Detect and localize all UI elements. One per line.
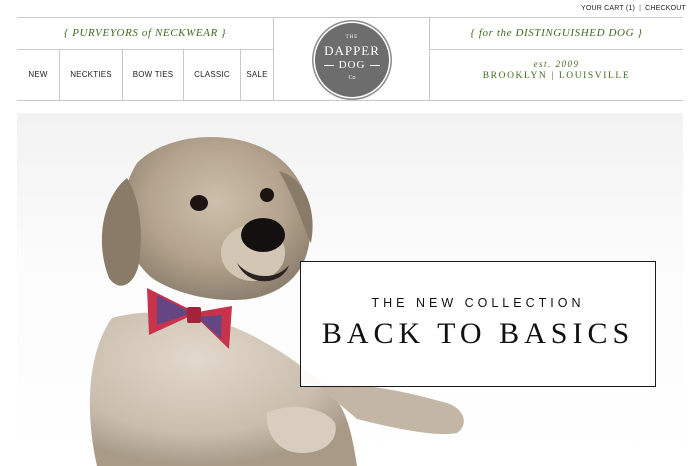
- nav-item-classic[interactable]: CLASSIC: [184, 49, 240, 100]
- collection-callout[interactable]: THE NEW COLLECTION BACK TO BASICS: [300, 261, 656, 387]
- logo-dapper: DAPPER: [324, 43, 380, 58]
- tagline-right: { for the DISTINGUISHED DOG }: [470, 27, 643, 39]
- utility-separator: |: [639, 5, 642, 12]
- hero-banner[interactable]: THE NEW COLLECTION BACK TO BASICS: [17, 113, 683, 466]
- checkout-link[interactable]: CHECKOUT: [645, 5, 686, 12]
- logo-dash-right: [370, 65, 380, 66]
- collection-headline: BACK TO BASICS: [321, 317, 635, 350]
- nav-item-bow-ties[interactable]: BOW TIES: [123, 49, 183, 100]
- utility-bar: YOUR CART (1) | CHECKOUT: [581, 5, 686, 12]
- nav-item-neckties[interactable]: NECKTIES: [60, 49, 122, 100]
- tagline-left: { PURVEYORS of NECKWEAR }: [63, 27, 227, 39]
- nav-item-sale[interactable]: SALE: [241, 49, 273, 100]
- nav-item-new[interactable]: NEW: [17, 49, 59, 100]
- header-bottom-rule: [17, 100, 683, 101]
- header-divider-left: [273, 17, 274, 101]
- established-year: est. 2009: [533, 59, 580, 69]
- logo-co: Co: [348, 75, 356, 81]
- cart-link[interactable]: YOUR CART (1): [581, 5, 635, 12]
- site-logo[interactable]: THE DAPPER DOG Co: [315, 23, 389, 97]
- nav-top-rule-right: [430, 49, 683, 50]
- header-top-rule: [17, 17, 683, 18]
- logo-the: THE: [345, 35, 359, 40]
- collection-kicker: THE NEW COLLECTION: [371, 296, 585, 310]
- locations: BROOKLYN | LOUISVILLE: [482, 71, 631, 81]
